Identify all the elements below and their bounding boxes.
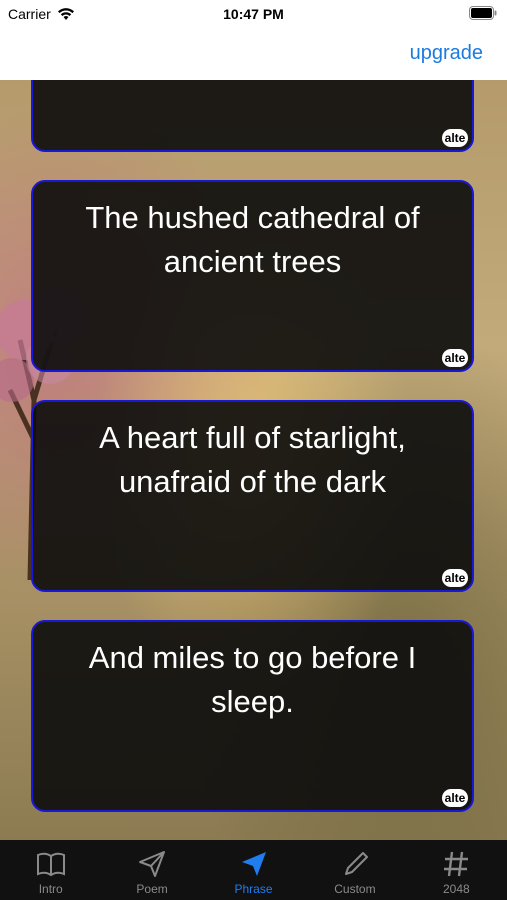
phrase-card[interactable]: A heart full of starlight, unafraid of t…: [31, 400, 474, 592]
tab-custom[interactable]: Custom: [304, 840, 405, 900]
tab-label: Intro: [38, 882, 63, 896]
tab-bar: Intro Poem Phrase Custom 2048: [0, 840, 507, 900]
navigation-bar: upgrade: [0, 32, 507, 80]
status-bar: Carrier 10:47 PM: [0, 0, 507, 32]
tab-label: Phrase: [234, 882, 273, 896]
tab-intro[interactable]: Intro: [0, 840, 101, 900]
battery-icon: [469, 6, 497, 20]
tab-label: Poem: [136, 882, 168, 896]
book-icon: [36, 852, 65, 877]
tab-label: 2048: [442, 882, 470, 896]
phrase-card[interactable]: And miles to go before I sleep. alte: [31, 620, 474, 812]
upgrade-button[interactable]: upgrade: [410, 42, 483, 65]
paper-plane-filled-icon: [241, 852, 266, 876]
hash-icon: [444, 851, 469, 877]
tab-2048[interactable]: 2048: [406, 840, 507, 900]
tab-phrase[interactable]: Phrase: [203, 840, 304, 900]
pencil-icon: [344, 852, 368, 875]
phrase-text: The hushed cathedral of ancient trees: [85, 200, 420, 279]
tab-label: Custom: [334, 882, 376, 896]
phrase-text: A heart full of starlight, unafraid of t…: [99, 420, 406, 499]
phrase-list[interactable]: alte The hushed cathedral of ancient tre…: [0, 80, 507, 840]
alt-text-icon[interactable]: alte: [442, 789, 468, 807]
phrase-card[interactable]: alte: [31, 80, 474, 152]
paper-plane-outline-icon: [139, 851, 166, 877]
phrase-card[interactable]: The hushed cathedral of ancient trees al…: [31, 180, 474, 372]
alt-text-icon[interactable]: alte: [442, 129, 468, 147]
tab-poem[interactable]: Poem: [101, 840, 202, 900]
alt-text-icon[interactable]: alte: [442, 349, 468, 367]
status-time: 10:47 PM: [223, 6, 284, 22]
alt-text-icon[interactable]: alte: [442, 569, 468, 587]
phrase-text: And miles to go before I sleep.: [88, 640, 417, 719]
